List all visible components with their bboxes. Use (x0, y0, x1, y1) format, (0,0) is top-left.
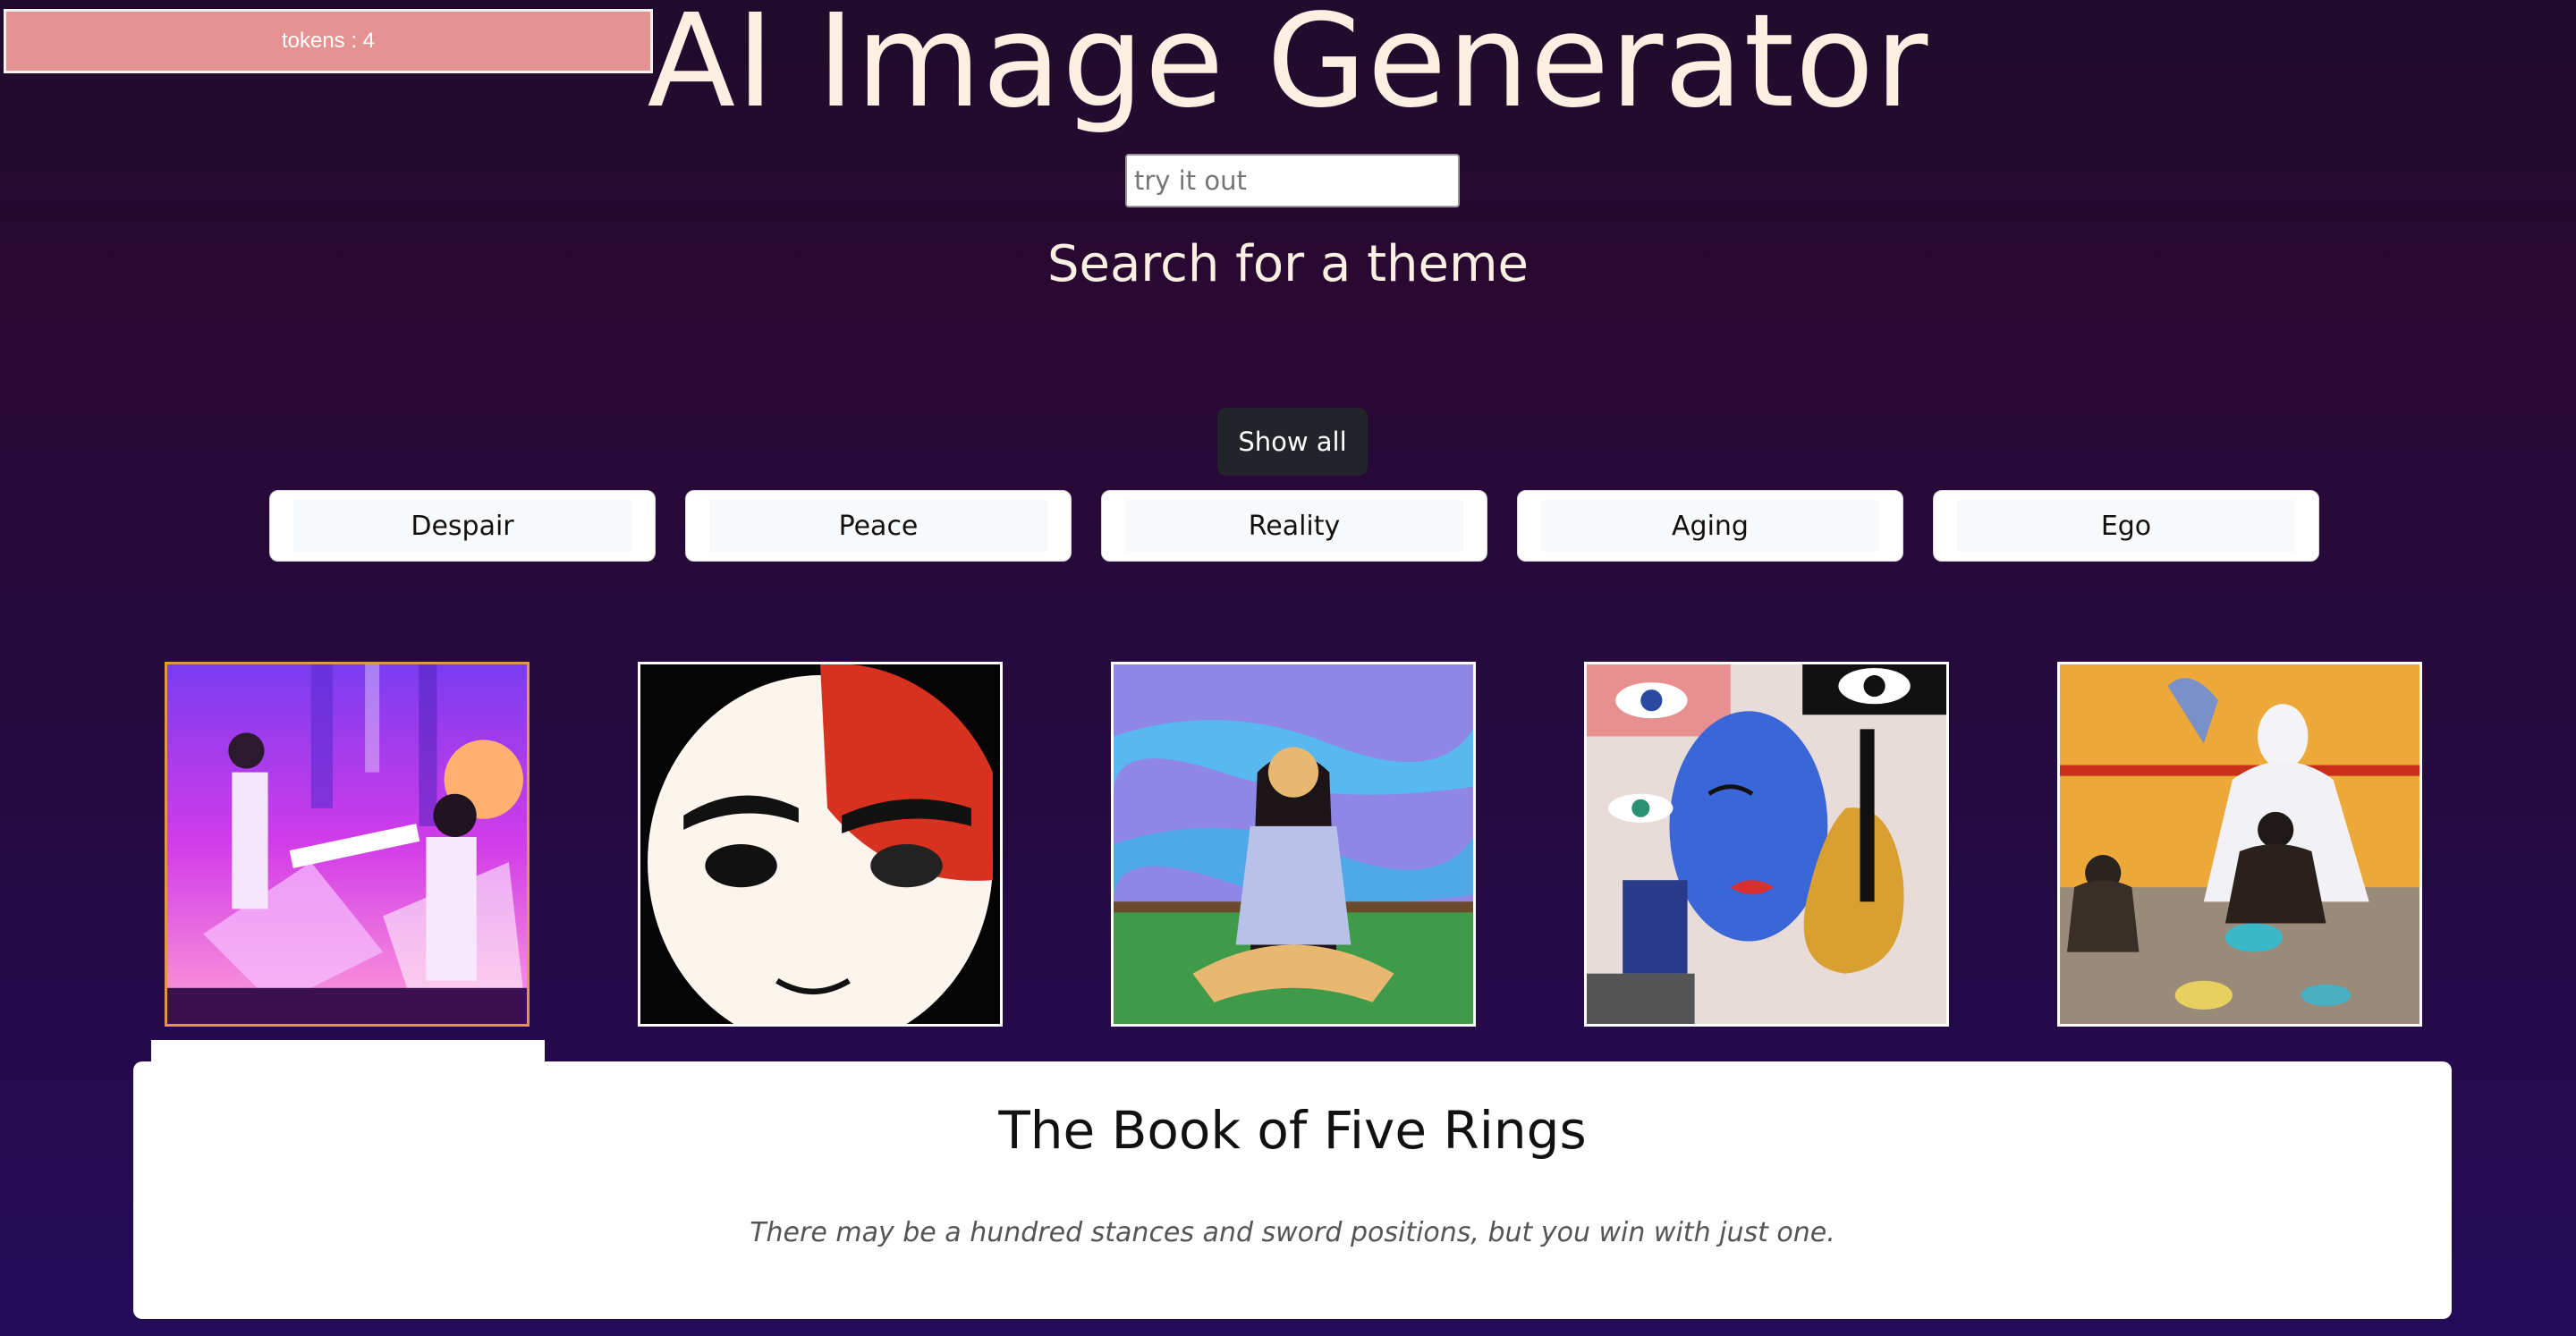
theme-button-aging[interactable]: Aging (1517, 490, 1903, 562)
mask-face-art-image (640, 664, 1000, 1024)
image-gallery (165, 662, 2422, 1027)
gallery-image-buddha[interactable] (2057, 662, 2422, 1027)
theme-button-label: Despair (293, 500, 631, 552)
gallery-image-mask-face[interactable] (638, 662, 1003, 1027)
gallery-image-cubist[interactable] (1584, 662, 1949, 1027)
meditation-art-image (1114, 664, 1473, 1024)
gallery-image-samurai[interactable] (165, 662, 530, 1027)
theme-button-label: Aging (1541, 500, 1879, 552)
theme-button-peace[interactable]: Peace (685, 490, 1072, 562)
search-subtitle: Search for a theme (1046, 235, 1529, 293)
theme-button-despair[interactable]: Despair (269, 490, 656, 562)
quote-card: The Book of Five Rings There may be a hu… (133, 1061, 2452, 1319)
quote-title: The Book of Five Rings (998, 1100, 1587, 1161)
cubist-art-image (1587, 664, 1946, 1024)
search-input[interactable] (1125, 154, 1460, 207)
theme-button-ego[interactable]: Ego (1933, 490, 2319, 562)
buddha-art-image (2060, 664, 2419, 1024)
show-all-button[interactable]: Show all (1217, 408, 1368, 476)
quote-text: There may be a hundred stances and sword… (750, 1217, 1835, 1248)
theme-button-label: Reality (1125, 500, 1463, 552)
theme-button-row: Despair Peace Reality Aging Ego (269, 490, 2319, 562)
samurai-art-image (167, 664, 527, 1024)
theme-button-label: Peace (709, 500, 1047, 552)
gallery-image-meditation[interactable] (1111, 662, 1476, 1027)
page-title: AI Image Generator (647, 0, 1929, 136)
theme-button-label: Ego (1957, 500, 2295, 552)
theme-button-reality[interactable]: Reality (1101, 490, 1487, 562)
